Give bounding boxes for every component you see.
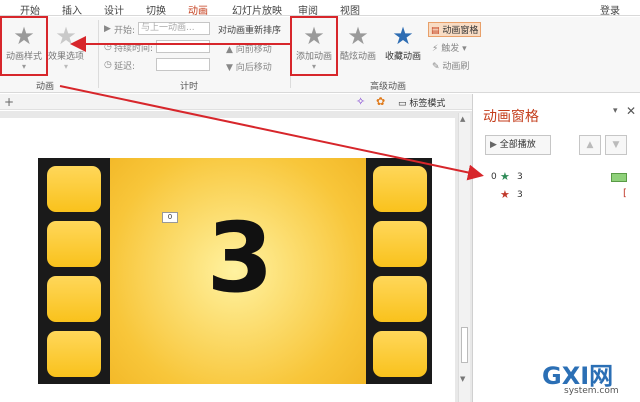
annotation-arrows [59,36,484,181]
arrow-to-pane-item [59,85,484,181]
